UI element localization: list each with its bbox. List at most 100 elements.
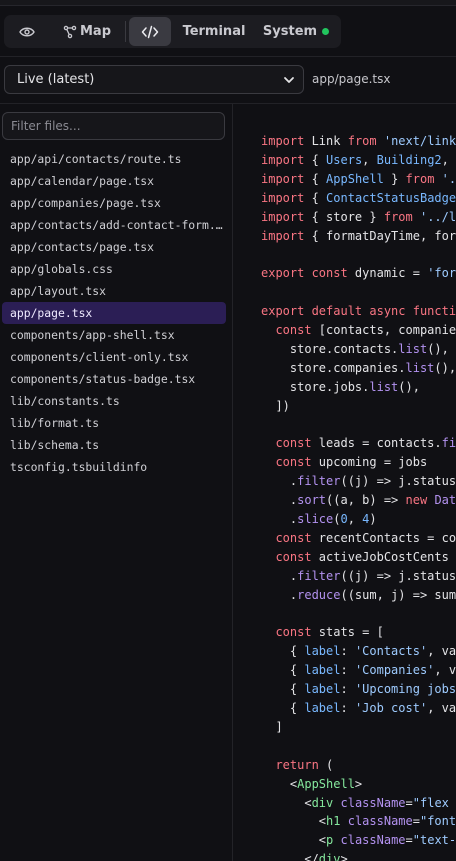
code-token: '../ [441, 171, 456, 186]
code-token: "flex fl [412, 795, 449, 810]
file-item[interactable]: lib/format.ts [2, 412, 226, 434]
code-token: } [383, 171, 406, 186]
tab-system-label: System [262, 24, 318, 39]
code-token: { [261, 682, 305, 697]
code-token: '../lib [419, 209, 456, 224]
code-line: store.companies.list(), [261, 359, 456, 378]
code-token: { [304, 190, 327, 205]
code-token: > [354, 776, 363, 791]
code-token: export const [261, 266, 348, 281]
code-line: const leads = contacts.filt [261, 434, 456, 453]
code-token: activeJobCostCents = [311, 549, 456, 564]
tab-divider [125, 21, 126, 42]
file-item[interactable]: lib/constants.ts [2, 390, 226, 412]
code-token: 'Companies' [354, 663, 435, 678]
file-item[interactable]: tsconfig.tsbuildinfo [2, 456, 226, 478]
code-token: const [275, 625, 312, 640]
code-line: .filter((j) => j.status = [261, 567, 456, 586]
current-file-path: app/page.tsx [312, 72, 391, 86]
code-token: 'Job cost' [354, 701, 428, 715]
code-editor[interactable]: import Link from 'next/link' import { Use… [234, 104, 456, 861]
file-item[interactable]: app/contacts/add-contact-form.tsx [2, 214, 226, 236]
code-line: .reduce((sum, j) => sum + [261, 586, 456, 605]
code-token: { [304, 152, 327, 167]
code-line: const recentContacts = cont [261, 529, 456, 548]
code-token: import [261, 171, 305, 186]
file-item[interactable]: app/api/contacts/route.ts [2, 148, 226, 170]
filter-placeholder: Filter files... [11, 119, 81, 133]
code-token: list [398, 341, 428, 356]
code-line: .sort((a, b) => new Date( [261, 491, 456, 510]
file-item[interactable]: app/calendar/page.tsx [2, 170, 226, 192]
file-item[interactable]: app/page.tsx [2, 302, 226, 324]
window-top-strip [0, 0, 456, 6]
code-line: import { store } from '../lib [261, 208, 456, 227]
tab-terminal-label: Terminal [182, 24, 246, 39]
code-token: { formatDayTime, forma [304, 228, 456, 243]
code-token: import [261, 134, 305, 148]
code-token: ((a, b) => [326, 493, 406, 508]
code-token: Users [326, 152, 363, 167]
tab-terminal[interactable]: Terminal [179, 17, 249, 46]
code-token: Date [434, 493, 456, 508]
code-line: return ( [261, 756, 333, 775]
code-line: ]) [261, 397, 289, 416]
code-token: < [261, 795, 312, 810]
code-line: import Link from 'next/link' [261, 132, 456, 151]
file-item[interactable]: components/client-only.tsx [2, 346, 226, 368]
file-item[interactable]: app/companies/page.tsx [2, 192, 226, 214]
code-token: = [412, 814, 420, 829]
code-token: div [318, 852, 341, 861]
code-token: , [362, 152, 377, 167]
code-line: .filter((j) => j.status = [261, 472, 456, 491]
code-token: : [340, 644, 355, 659]
filter-files-input[interactable]: Filter files... [2, 112, 225, 140]
code-token: const [275, 549, 312, 564]
code-token: { [261, 701, 305, 715]
code-token: div [311, 795, 334, 810]
file-item[interactable]: app/contacts/page.tsx [2, 236, 226, 258]
code-token: ( [318, 757, 334, 772]
code-token: from [347, 134, 377, 148]
code-line: const upcoming = jobs [261, 453, 427, 472]
file-item[interactable]: app/globals.css [2, 258, 226, 280]
file-item[interactable]: components/app-shell.tsx [2, 324, 226, 346]
tab-preview[interactable] [8, 17, 46, 46]
code-line: const activeJobCostCents = [261, 548, 456, 567]
code-token: import [261, 190, 305, 205]
code-token: [contacts, companies, [311, 323, 456, 337]
code-token: list [369, 379, 399, 394]
code-line: ] [261, 718, 283, 737]
code-token: list [405, 360, 435, 375]
file-item[interactable]: app/layout.tsx [2, 280, 226, 302]
code-token: store.contacts. [261, 341, 399, 356]
code-token: leads = contacts. [311, 436, 442, 451]
code-token: return [275, 757, 319, 772]
code-token: "font-s [419, 814, 456, 829]
code-token: AppShell [326, 171, 384, 186]
version-select[interactable]: Live (latest) [4, 65, 304, 94]
code-token: ] [261, 719, 283, 734]
code-token: 'next/link' [376, 134, 456, 148]
code-token: { [304, 171, 327, 186]
tab-code[interactable] [129, 17, 171, 46]
tab-map[interactable]: Map [56, 17, 118, 46]
code-token: const [275, 323, 312, 337]
file-item[interactable]: components/status-badge.tsx [2, 368, 226, 390]
file-item[interactable]: lib/schema.ts [2, 434, 226, 456]
code-line: import { ContactStatusBadge, [261, 189, 456, 208]
code-icon [141, 25, 159, 38]
code-token: (), [398, 379, 420, 394]
tab-system[interactable]: System [258, 17, 334, 46]
code-token: label [304, 644, 341, 659]
code-token: = [405, 833, 413, 848]
code-token: , valu [427, 701, 456, 715]
code-line: <AppShell> [261, 775, 362, 794]
map-icon [63, 25, 77, 38]
code-token: . [261, 512, 298, 526]
